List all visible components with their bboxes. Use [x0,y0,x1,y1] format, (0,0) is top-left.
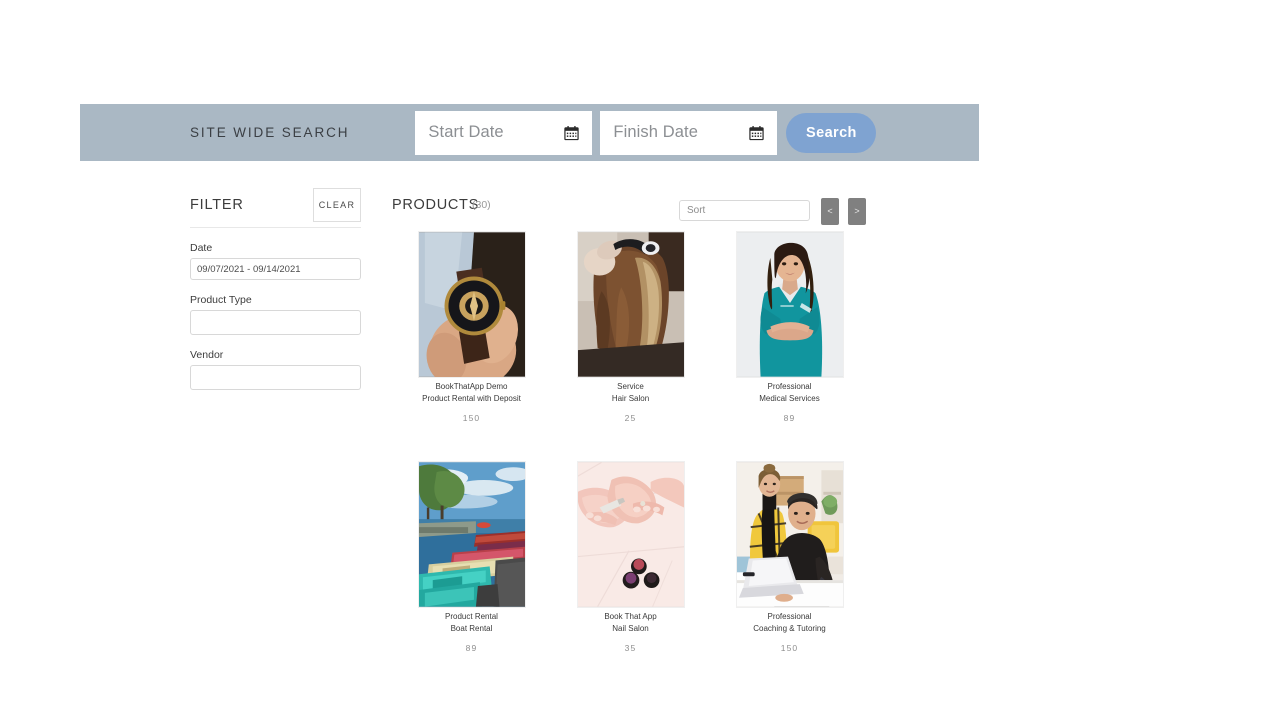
products-title: PRODUCTS [392,197,479,213]
products-header: PRODUCTS (30) < > [392,195,870,231]
product-name: Coaching & Tutoring [753,624,826,633]
clear-filters-button[interactable]: CLEAR [313,188,361,222]
product-image-hair-styling[interactable] [576,231,685,378]
product-card[interactable]: BookThatApp Demo Product Rental with Dep… [392,231,551,461]
filter-input-vendor[interactable] [190,365,361,390]
calendar-icon[interactable] [749,125,765,140]
next-page-button[interactable]: > [848,198,866,225]
product-name: Boat Rental [450,624,493,633]
product-card[interactable]: Product Rental Boat Rental 89 [392,461,551,691]
product-image-boats-at-dock[interactable] [417,461,526,608]
product-vendor: Product Rental [445,612,498,621]
product-image-coaching-two-people-laptop[interactable] [735,461,844,608]
product-price: 150 [780,643,799,653]
filter-label-date: Date [190,242,213,254]
product-price: 25 [624,413,637,423]
filter-field-product-type: Product Type [190,294,361,335]
product-card[interactable]: Professional Medical Services 89 [710,231,869,461]
filter-input-date[interactable] [190,258,361,280]
filter-field-date: Date [190,242,361,280]
product-card[interactable]: Service Hair Salon 25 [551,231,710,461]
product-name: Product Rental with Deposit [422,394,521,403]
product-vendor: Service [617,382,644,391]
product-card[interactable]: Professional Coaching & Tutoring 150 [710,461,869,691]
product-grid-row: BookThatApp Demo Product Rental with Dep… [392,231,870,461]
product-card[interactable]: Book That App Nail Salon 35 [551,461,710,691]
page-root: SITE WIDE SEARCH Start Date Finish Date … [0,0,1280,720]
finish-date-placeholder-text: Finish Date [613,123,698,141]
product-name: Medical Services [759,394,820,403]
product-price: 89 [465,643,478,653]
product-name: Nail Salon [612,624,649,633]
product-vendor: Professional [767,382,812,391]
product-price: 150 [462,413,481,423]
previous-page-button[interactable]: < [821,198,839,225]
product-vendor: Book That App [604,612,657,621]
sort-input[interactable] [679,200,810,221]
product-image-wristwatch-in-hand[interactable] [417,231,526,378]
product-grid: BookThatApp Demo Product Rental with Dep… [392,231,870,691]
filter-input-product-type[interactable] [190,310,361,335]
finish-date-field[interactable]: Finish Date [600,110,778,155]
filter-panel: FILTER CLEAR Date Product Type Vendor [190,188,361,390]
search-button[interactable]: Search [786,112,877,153]
product-image-manicure-hands[interactable] [576,461,685,608]
product-price: 89 [783,413,796,423]
product-grid-row: Product Rental Boat Rental 89 Book That … [392,461,870,691]
start-date-field[interactable]: Start Date [415,110,593,155]
product-image-medical-professional-teal-scrubs[interactable] [735,231,844,378]
site-wide-search-bar: SITE WIDE SEARCH Start Date Finish Date … [80,104,979,161]
filter-label-product-type: Product Type [190,294,252,306]
products-count: (30) [472,199,491,211]
product-vendor: Professional [767,612,812,621]
product-name: Hair Salon [611,394,650,403]
calendar-icon[interactable] [564,125,580,140]
filter-header: FILTER CLEAR [190,188,361,228]
filter-field-vendor: Vendor [190,349,361,390]
filter-title: FILTER [190,197,244,213]
start-date-placeholder-text: Start Date [428,123,504,141]
product-vendor: BookThatApp Demo [435,382,508,391]
site-wide-search-title: SITE WIDE SEARCH [190,125,350,140]
filter-label-vendor: Vendor [190,349,224,361]
product-price: 35 [624,643,637,653]
